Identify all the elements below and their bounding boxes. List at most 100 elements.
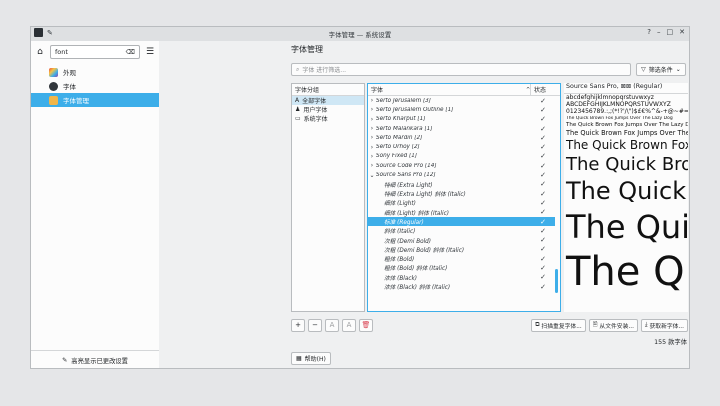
scan-duplicates-button[interactable]: ⧉ 扫描重复字体... [531,318,586,332]
preview-lowercase: abcdefghijklmnopqrstuvwxyz [566,94,654,101]
font-style-row[interactable]: 细体 (Light) 斜体 (Italic) ✓ [368,208,555,217]
font-style-row[interactable]: 特细 (Extra Light) ✓ [368,180,555,189]
font-family-row[interactable]: › Serto Jerusalem Outline [1] ✓ [368,105,555,114]
home-icon[interactable]: ⌂ [34,46,46,58]
column-font[interactable]: 字体 [368,85,526,94]
enabled-checkbox[interactable]: ✓ [531,143,555,151]
monitor-icon: ▭ [295,115,301,122]
appearance-icon [49,67,58,77]
search-input[interactable]: font ⌫ [50,45,140,59]
enabled-checkbox[interactable]: ✓ [531,245,555,253]
enabled-checkbox[interactable]: ✓ [531,152,555,160]
font-name: Serto Urhoy [2] [376,144,420,151]
chevron-right-icon[interactable]: › [368,144,376,151]
minimize-icon[interactable]: – [657,28,661,36]
chevron-right-icon[interactable]: › [368,153,376,160]
pin-icon[interactable]: ✎ [47,29,53,37]
enabled-checkbox[interactable]: ✓ [531,273,555,281]
enable-font-button[interactable]: A [325,318,339,332]
group-all-fonts[interactable]: A 全部字体 [292,96,364,105]
chevron-down-icon[interactable]: ⌄ [368,172,376,179]
font-style-row[interactable]: 浓体 (Black) 斜体 (Italic) ✓ [368,282,555,292]
font-style-row[interactable]: 斜体 (Italic) ✓ [368,226,555,236]
enabled-checkbox[interactable]: ✓ [531,199,555,207]
help-icon[interactable]: ? [647,28,651,36]
chevron-right-icon[interactable]: › [368,116,376,123]
enabled-checkbox[interactable]: ✓ [531,171,555,179]
column-status[interactable]: 状态 [534,85,546,94]
scan-icon: ⧉ [535,321,540,328]
disable-font-button[interactable]: A [342,318,356,332]
enabled-checkbox[interactable]: ✓ [531,236,555,244]
font-name: 细体 (Light) [384,201,416,208]
font-family-row[interactable]: › Sony Fixed [1] ✓ [368,152,555,161]
filter-button[interactable]: ▽ 筛选条件 ⌄ [636,63,686,76]
maximize-icon[interactable]: □ [667,28,674,36]
install-label: 从文件安装... [599,323,634,330]
group-user-fonts[interactable]: ♟ 用户字体 [292,105,364,114]
enabled-checkbox[interactable]: ✓ [531,106,555,114]
enabled-checkbox[interactable]: ✓ [531,227,555,235]
font-family-row[interactable]: › Serto Malankara [1] ✓ [368,124,555,133]
font-style-row[interactable]: 粗体 (Bold) 斜体 (Italic) ✓ [368,263,555,273]
font-name: Serto Mardin [2] [376,134,423,141]
clear-icon[interactable]: ⌫ [126,48,135,56]
font-family-row[interactable]: › Serto Kharput [1] ✓ [368,115,555,124]
delete-font-button[interactable]: 🗑 [359,318,373,332]
chevron-right-icon[interactable]: › [368,134,376,141]
get-new-fonts-button[interactable]: ⤓ 获取新字体... [640,318,688,332]
enabled-checkbox[interactable]: ✓ [531,180,555,188]
font-family-row[interactable]: ⌄ Source Sans Pro [12] ✓ [368,170,555,179]
font-family-row[interactable]: › Serto Mardin [2] ✓ [368,133,555,142]
enabled-checkbox[interactable]: ✓ [531,190,555,198]
enabled-checkbox[interactable]: ✓ [531,97,555,105]
sidebar-item-appearance[interactable]: 外观 [31,65,159,79]
chevron-right-icon[interactable]: › [368,162,376,169]
font-style-row[interactable]: 粗体 (Bold) ✓ [368,254,555,264]
empty-panel [159,41,287,368]
chevron-right-icon[interactable]: › [368,97,376,104]
sidebar-item-fonts[interactable]: 字体 [31,79,159,93]
enabled-checkbox[interactable]: ✓ [531,283,555,291]
font-manager-icon [49,95,58,105]
enabled-checkbox[interactable]: ✓ [531,134,555,142]
chevron-right-icon[interactable]: › [368,125,376,132]
get-new-label: 获取新字体... [649,323,684,330]
enabled-checkbox[interactable]: ✓ [531,115,555,123]
font-family-row[interactable]: › Source Code Pro [14] ✓ [368,161,555,170]
filter-input[interactable]: ⌕ 字体 进行筛选... [291,63,631,76]
remove-group-button[interactable]: − [308,318,322,332]
font-style-row[interactable]: 特细 (Extra Light) 斜体 (Italic) ✓ [368,189,555,199]
help-book-icon: ▦ [296,355,302,362]
window-title: 字体管理 — 系统设置 [328,31,392,39]
font-style-row[interactable]: 次粗 (Demi Bold) 斜体 (Italic) ✓ [368,245,555,254]
scrollbar[interactable] [555,269,558,293]
highlight-changed-button[interactable]: ✎ 高亮显示已更改设置 [31,350,159,368]
download-icon: ⤓ [644,321,648,328]
help-button[interactable]: ▦ 帮助(H) [291,352,331,365]
install-from-file-button[interactable]: 🗎 从文件安装... [588,318,638,332]
enabled-checkbox[interactable]: ✓ [531,264,555,272]
enabled-checkbox[interactable]: ✓ [531,162,555,170]
font-family-row[interactable]: › Serto Jerusalem [3] ✓ [368,96,555,105]
enabled-checkbox[interactable]: ✓ [531,255,555,263]
close-icon[interactable]: ✕ [679,28,685,36]
groups-header: 字体分组 [292,84,364,96]
menu-icon[interactable]: ☰ [144,46,156,58]
font-style-row[interactable]: 细体 (Light) ✓ [368,198,555,208]
font-style-row[interactable]: 标准 (Regular) ✓ [368,216,555,227]
sidebar-item-font-manager[interactable]: 字体管理 [31,93,159,107]
font-family-row[interactable]: › Serto Urhoy [2] ✓ [368,142,555,151]
chevron-right-icon[interactable]: › [368,106,376,113]
font-preview: Source Sans Pro, ⊠⊠ (Regular) abcdefghij… [564,83,688,312]
font-name: Serto Malankara [1] [376,125,433,132]
add-group-button[interactable]: + [291,318,305,332]
preview-sample: The Quick [566,208,688,246]
preview-uppercase: ABCDEFGHIJKLMNOPQRSTUVWXYZ [566,101,671,108]
enabled-checkbox[interactable]: ✓ [531,208,555,216]
enabled-checkbox[interactable]: ✓ [531,218,555,226]
enabled-checkbox[interactable]: ✓ [531,125,555,133]
group-system-fonts[interactable]: ▭ 系统字体 [292,114,364,123]
font-style-row[interactable]: 浓体 (Black) ✓ [368,273,555,282]
font-style-row[interactable]: 次粗 (Demi Bold) ✓ [368,235,555,245]
